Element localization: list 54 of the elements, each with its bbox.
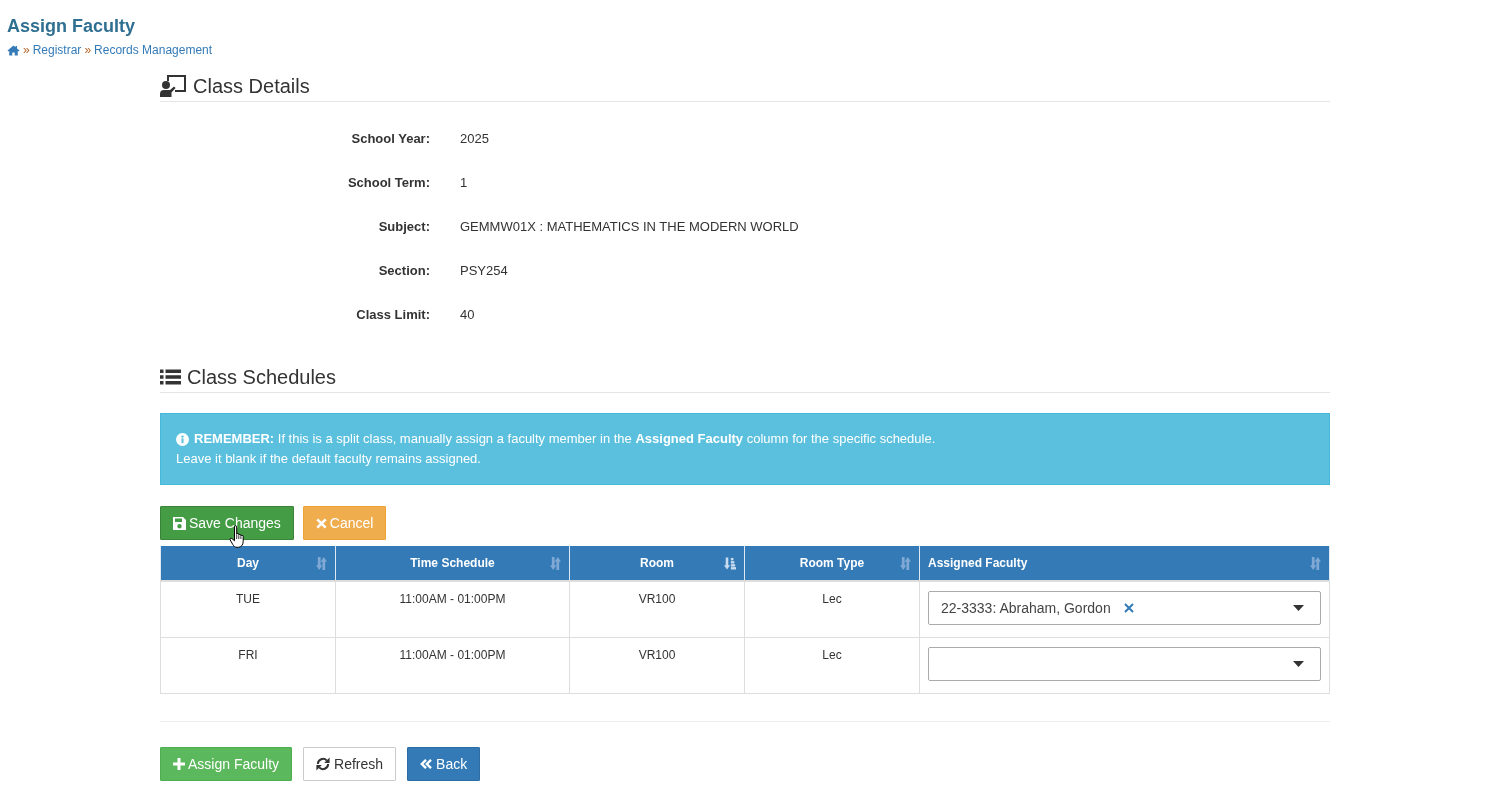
sort-arrows-icon [1310,556,1321,570]
table-cell: VR100 [569,581,745,638]
close-icon [315,517,327,529]
field-label: School Term: [347,175,430,191]
double-chevron-left-icon [420,759,433,769]
alert-text: REMEMBER: If this is a split class, manually assign a faculty member in the Assigned Faculty column for the specific schedule. [194,430,936,448]
field-value: 1 [460,175,468,191]
caret-down-icon[interactable] [1293,605,1304,611]
list-icon [160,369,181,385]
section-heading: Class Details [193,74,310,99]
caret-down-icon[interactable] [1293,661,1304,667]
field-label: Class Limit: [356,307,430,323]
column-header[interactable]: Day [160,546,336,581]
sort-arrows-icon [316,556,327,570]
field-value: GEMMW01X : MATHEMATICS IN THE MODERN WORLD [460,219,799,235]
field-label: Section: [378,263,430,279]
refresh-icon [316,757,331,771]
table-cell: FRI [160,637,336,694]
section-heading: Class Schedules [187,365,336,390]
assign-faculty-button[interactable]: Assign Faculty [160,747,293,781]
clear-icon[interactable] [1123,603,1134,613]
field-value: 40 [460,307,475,323]
breadcrumb-separator: » [84,42,92,58]
table-cell: 11:00AM - 01:00PM [335,637,570,694]
home-icon[interactable] [7,44,20,56]
table-cell: 11:00AM - 01:00PM [335,581,570,638]
table-cell: Lec [744,581,920,638]
breadcrumb-link[interactable]: Registrar [32,42,82,58]
alert-text: Leave it blank if the default faculty remains assigned. [176,450,481,468]
table-cell: TUE [160,581,336,638]
sort-descending-icon [724,556,736,570]
column-header[interactable]: Assigned Faculty [919,546,1330,581]
back-button[interactable]: Back [407,747,481,781]
save-button[interactable]: Save Changes [160,506,294,540]
field-label: Subject: [378,219,430,235]
breadcrumb-link[interactable]: Records Management [94,42,213,58]
select-field[interactable]: 22-3333: Abraham, Gordon [928,591,1321,625]
table-cell: VR100 [569,637,745,694]
sort-arrows-icon [900,556,911,570]
teacher-board-icon [160,75,186,97]
table-cell: Lec [744,637,920,694]
column-header[interactable]: Time Schedule [335,546,570,581]
page-title: Assign Faculty [7,15,136,38]
plus-icon [173,758,185,770]
field-label: School Year: [351,131,430,147]
field-value: 2025 [460,131,489,147]
column-header[interactable]: Room Type [744,546,920,581]
breadcrumb-separator: » [23,42,30,58]
sort-arrows-icon [550,556,561,570]
info-icon [176,432,189,446]
refresh-button[interactable]: Refresh [303,747,397,781]
select-field[interactable] [928,647,1321,681]
column-header[interactable]: Room [569,546,745,581]
field-value: PSY254 [460,263,508,279]
